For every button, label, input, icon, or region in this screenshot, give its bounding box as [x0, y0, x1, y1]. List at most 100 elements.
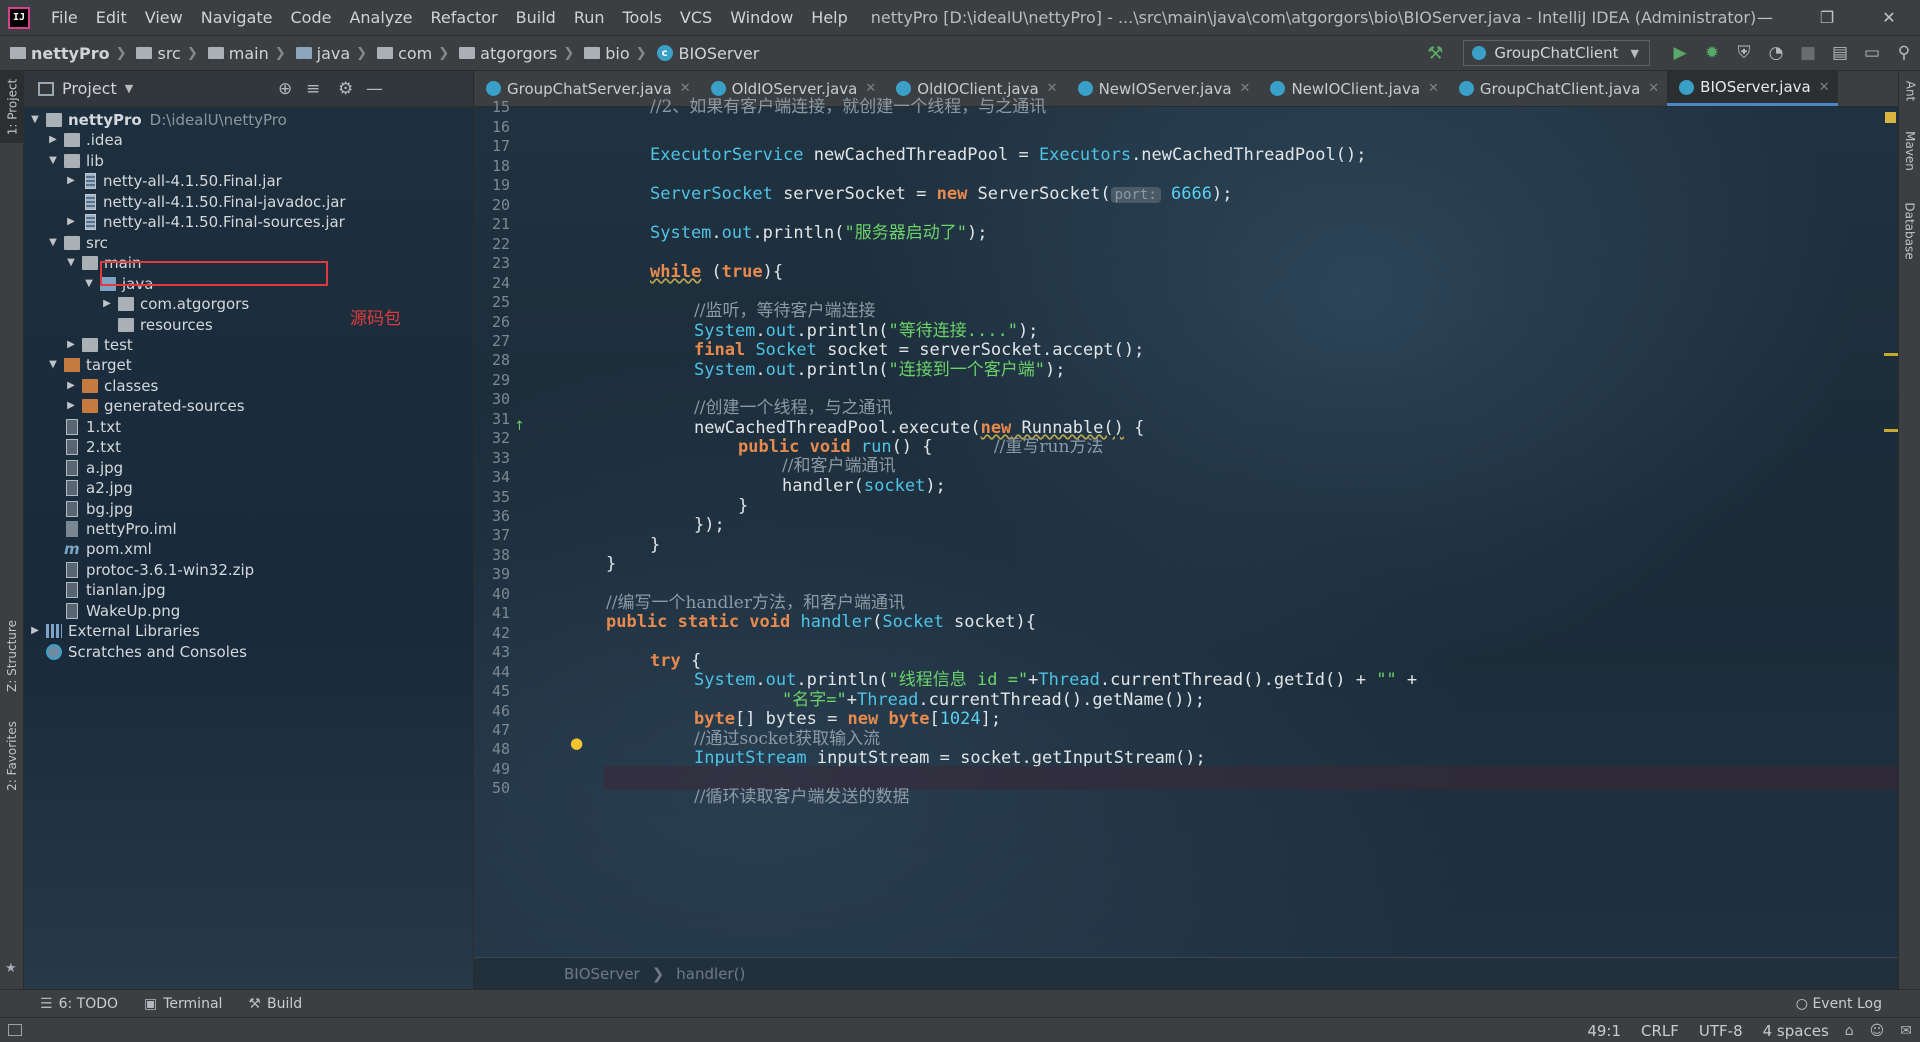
chevron-right-icon[interactable]: ▶: [46, 134, 60, 145]
tree-node-label: External Libraries: [68, 621, 200, 640]
project-structure-icon[interactable]: ▤: [1824, 43, 1856, 63]
crumb-project[interactable]: nettyPro ❯: [0, 44, 126, 63]
chevron-down-icon[interactable]: ▼: [46, 237, 60, 248]
menu-window[interactable]: Window: [721, 0, 802, 35]
restore-icon[interactable]: ❐: [1796, 0, 1858, 35]
menu-analyze[interactable]: Analyze: [340, 0, 421, 35]
tab-ant-tool[interactable]: Ant: [1899, 71, 1920, 111]
menu-refactor[interactable]: Refactor: [422, 0, 507, 35]
crumb-java[interactable]: java ❯: [286, 44, 367, 63]
menu-file[interactable]: File: [42, 0, 87, 35]
menu-build[interactable]: Build: [507, 0, 565, 35]
close-tab-icon[interactable]: ✕: [865, 81, 876, 96]
line-separator[interactable]: CRLF: [1641, 1022, 1679, 1040]
tab-favorites-tool[interactable]: 2: Favorites: [0, 711, 24, 801]
hide-panel-icon[interactable]: —: [366, 79, 383, 99]
close-tab-icon[interactable]: ✕: [680, 81, 691, 96]
chevron-down-icon[interactable]: ▼: [46, 155, 60, 166]
menu-view[interactable]: View: [136, 0, 192, 35]
breadcrumb-method[interactable]: handler(): [676, 965, 745, 983]
tab-project-tool[interactable]: 1: Project: [0, 71, 24, 143]
crumb-com[interactable]: com ❯: [367, 44, 449, 63]
chevron-down-icon[interactable]: ▼: [28, 114, 42, 125]
lock-icon[interactable]: ⌂: [1845, 1023, 1854, 1039]
stop-icon[interactable]: ■: [1792, 43, 1824, 63]
run-icon[interactable]: ▶: [1664, 43, 1696, 63]
tool-windows-icon[interactable]: [8, 1024, 22, 1036]
event-log-button[interactable]: ○ Event Log: [1796, 996, 1882, 1012]
collapse-all-icon[interactable]: ≡: [306, 79, 320, 99]
close-tab-icon[interactable]: ✕: [1648, 81, 1659, 96]
menu-edit[interactable]: Edit: [87, 0, 136, 35]
menu-run[interactable]: Run: [565, 0, 614, 35]
editor-tab[interactable]: NewIOServer.java ✕: [1066, 71, 1259, 106]
crumb-main[interactable]: main ❯: [198, 44, 286, 63]
presentation-icon[interactable]: ▭: [1856, 43, 1888, 63]
tree-node[interactable]: Scratches and Consoles: [28, 639, 247, 664]
chevron-right-icon[interactable]: ▶: [64, 175, 78, 186]
coverage-icon[interactable]: ⛨: [1728, 43, 1760, 63]
chevron-down-icon[interactable]: ▼: [82, 278, 96, 289]
breadcrumb-class[interactable]: BIOServer: [564, 965, 640, 983]
gear-icon[interactable]: ⚙: [338, 79, 353, 99]
crumb-bioserver[interactable]: c BIOServer: [647, 44, 759, 63]
chevron-right-icon[interactable]: ▶: [64, 216, 78, 227]
menu-code[interactable]: Code: [282, 0, 341, 35]
chevron-right-icon[interactable]: ▶: [28, 625, 42, 636]
project-panel-title[interactable]: Project: [62, 79, 117, 98]
code-editor[interactable]: 15 16 17 18 19 20 21 22 23 24 25 26 27 28 29 30 31 32 33 34…: [474, 97, 1898, 957]
build-tool-button[interactable]: ⚒ Build: [248, 996, 302, 1012]
close-tab-icon[interactable]: ✕: [1819, 80, 1830, 95]
profile-icon[interactable]: ◔: [1760, 43, 1792, 63]
close-tab-icon[interactable]: ✕: [1047, 81, 1058, 96]
search-icon[interactable]: ⚲: [1888, 43, 1920, 63]
close-tab-icon[interactable]: ✕: [1240, 81, 1251, 96]
window-controls: — ❐ ✕: [1734, 0, 1920, 35]
chevron-right-icon[interactable]: ▶: [64, 339, 78, 350]
todo-tool-button[interactable]: ☰ 6: TODO: [40, 996, 118, 1012]
close-icon[interactable]: ✕: [1858, 0, 1920, 35]
lightbulb-icon[interactable]: ●: [570, 734, 583, 752]
menu-help[interactable]: Help: [802, 0, 856, 35]
chevron-right-icon[interactable]: ▶: [100, 298, 114, 309]
chevron-right-icon[interactable]: ▶: [64, 380, 78, 391]
notifications-icon[interactable]: ✉: [1900, 1023, 1912, 1039]
chevron-down-icon[interactable]: ▼: [46, 359, 60, 370]
tab-structure-tool[interactable]: Z: Structure: [0, 611, 24, 701]
code-area[interactable]: //2、如果有客户端连接，就创建一个线程，与之通讯 ExecutorServic…: [604, 97, 1898, 957]
run-configuration-select[interactable]: GroupChatClient ▼: [1463, 40, 1650, 66]
editor-tab[interactable]: NewIOClient.java ✕: [1258, 71, 1446, 106]
locate-icon[interactable]: ⊕: [278, 79, 292, 99]
terminal-tool-button[interactable]: ▣ Terminal: [144, 996, 222, 1012]
chevron-down-icon[interactable]: ▼: [125, 82, 133, 95]
warning-marker[interactable]: [1884, 353, 1898, 356]
warning-marker[interactable]: [1884, 429, 1898, 432]
close-tab-icon[interactable]: ✕: [1428, 81, 1439, 96]
line-number[interactable]: 50: [474, 776, 510, 800]
file-icon: [66, 561, 78, 578]
tree-node-label: nettyPro.iml: [86, 519, 177, 538]
menu-vcs[interactable]: VCS: [671, 0, 721, 35]
caret-position[interactable]: 49:1: [1587, 1022, 1621, 1040]
indent-setting[interactable]: 4 spaces: [1763, 1022, 1829, 1040]
crumb-atgorgors[interactable]: atgorgors ❯: [449, 44, 574, 63]
editor-tab[interactable]: GroupChatClient.java ✕: [1447, 71, 1667, 106]
menu-navigate[interactable]: Navigate: [192, 0, 282, 35]
inspector-icon[interactable]: ☺: [1870, 1023, 1885, 1039]
debug-icon[interactable]: ✹: [1696, 43, 1728, 63]
folder-icon: [82, 255, 98, 270]
tab-maven-tool[interactable]: Maven: [1899, 121, 1920, 181]
implements-method-icon[interactable]: ↑: [514, 419, 525, 434]
editor-tab[interactable]: BIOServer.java ✕: [1667, 71, 1838, 106]
build-hammer-icon[interactable]: ⚒: [1427, 43, 1443, 64]
chevron-down-icon[interactable]: ▼: [64, 257, 78, 268]
file-encoding[interactable]: UTF-8: [1699, 1022, 1743, 1040]
inspection-status-icon[interactable]: [1885, 112, 1896, 123]
menu-tools[interactable]: Tools: [614, 0, 671, 35]
run-toolbar: ⚒ GroupChatClient ▼ ▶ ✹ ⛨ ◔ ■ ▤ ▭ ⚲: [1427, 36, 1920, 70]
chevron-right-icon[interactable]: ▶: [64, 400, 78, 411]
tab-database-tool[interactable]: Database: [1899, 191, 1920, 271]
crumb-src[interactable]: src ❯: [126, 44, 198, 63]
crumb-bio[interactable]: bio ❯: [574, 44, 647, 63]
minimize-icon[interactable]: —: [1734, 0, 1796, 35]
